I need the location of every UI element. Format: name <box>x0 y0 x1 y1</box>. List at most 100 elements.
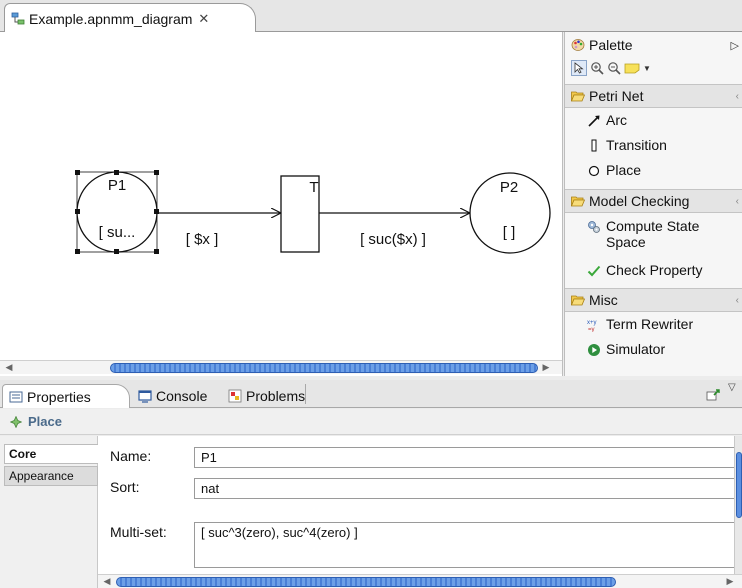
properties-icon <box>9 391 23 402</box>
properties-section-label: Place <box>28 414 62 429</box>
props-scroll-left-icon[interactable]: ◀ <box>101 576 113 587</box>
side-tab-core[interactable]: Core <box>4 444 98 464</box>
petri-net-diagram: P1 [ su... [ $x ] T [ suc($x) ] P2 [ ] <box>75 170 551 254</box>
diagram-canvas[interactable]: P1 [ su... [ $x ] T [ suc($x) ] P2 [ ] ◀… <box>0 32 563 376</box>
tools-dropdown-icon[interactable]: ▼ <box>643 64 651 73</box>
editor-tab[interactable]: Example.apnmm_diagram ✕ <box>4 3 256 33</box>
diagram-file-icon <box>11 12 25 24</box>
sort-label: Sort: <box>110 479 140 495</box>
palette-item-arc-label: Arc <box>606 112 627 128</box>
name-field[interactable]: P1 <box>194 447 740 468</box>
view-menu-icon[interactable]: ▽ <box>728 382 736 393</box>
place-element-icon <box>10 415 22 428</box>
folder-open-icon <box>571 91 585 102</box>
transition-t[interactable]: T <box>280 175 320 253</box>
arc-icon <box>588 115 600 127</box>
palette-item-simulator[interactable]: Simulator <box>565 341 742 358</box>
multiset-field[interactable]: [ suc^3(zero), suc^4(zero) ] <box>194 522 740 568</box>
place-p1[interactable]: P1 [ su... <box>75 170 159 254</box>
zoom-out-icon[interactable] <box>607 61 621 75</box>
side-tab-appearance[interactable]: Appearance <box>4 466 98 486</box>
palette-item-place-label: Place <box>606 162 642 178</box>
tab-divider <box>305 384 306 404</box>
svg-text:=y: =y <box>588 327 595 332</box>
folder-open-icon <box>571 295 585 306</box>
tab-console-label: Console <box>156 388 208 404</box>
sort-field[interactable]: nat <box>194 478 740 499</box>
place-p2-name: P2 <box>500 179 518 196</box>
view-tab-bar: Properties Console Problems ▽ <box>0 380 742 408</box>
arc-t-p2-label: [ suc($x) ] <box>360 231 426 248</box>
pin-view-icon[interactable] <box>706 388 722 402</box>
tab-properties-label: Properties <box>27 388 91 405</box>
palette-item-simulator-label: Simulator <box>606 341 666 357</box>
palette-title: Palette <box>589 37 633 53</box>
rewrite-icon: x+y=y <box>587 320 597 332</box>
palette-icon <box>571 39 585 51</box>
properties-body: Name: P1 Sort: nat Multi-set: [ suc^3(ze… <box>98 436 742 588</box>
tab-properties[interactable]: Properties <box>2 384 130 408</box>
palette-item-place[interactable]: Place <box>565 162 742 179</box>
palette-header: Palette ▷ <box>565 34 742 56</box>
drawer-model-checking-chevron-icon[interactable]: ‹ <box>736 196 739 207</box>
gears-icon <box>588 221 600 233</box>
place-p1-name: P1 <box>108 177 126 194</box>
multiset-label: Multi-set: <box>110 524 167 540</box>
properties-horizontal-scrollbar[interactable]: ◀ ▶ <box>98 574 742 588</box>
play-icon <box>588 344 600 356</box>
palette-item-transition-label: Transition <box>606 137 667 153</box>
drawer-misc[interactable]: Misc ‹ <box>565 288 742 312</box>
palette-item-check-property[interactable]: Check Property <box>565 262 742 279</box>
drawer-model-checking-label: Model Checking <box>589 193 690 209</box>
drawer-model-checking[interactable]: Model Checking ‹ <box>565 189 742 213</box>
transition-icon <box>591 139 597 152</box>
drawer-petri-net[interactable]: Petri Net ‹ <box>565 84 742 108</box>
console-icon <box>138 390 152 403</box>
place-p2-marking: [ ] <box>503 224 516 241</box>
tab-problems[interactable]: Problems <box>222 384 312 408</box>
close-tab-icon[interactable]: ✕ <box>198 11 209 27</box>
name-label: Name: <box>110 448 152 464</box>
place-p2[interactable]: P2 [ ] <box>469 172 551 254</box>
editor-tab-bar: Example.apnmm_diagram ✕ <box>0 0 742 33</box>
folder-open-icon <box>571 196 585 207</box>
transition-t-name: T <box>309 179 318 196</box>
properties-hscroll-thumb[interactable] <box>116 577 616 587</box>
properties-side-tabs: Core Appearance <box>0 436 98 588</box>
place-p1-marking: [ su... <box>99 224 136 241</box>
palette-panel: Palette ▷ ▼ Petri Net ‹ Arc Transition P… <box>564 32 742 376</box>
palette-item-compute-state-space[interactable]: Compute State Space <box>565 218 742 250</box>
scroll-right-icon[interactable]: ▶ <box>540 362 552 373</box>
canvas-scroll-thumb[interactable] <box>110 363 538 373</box>
zoom-in-icon[interactable] <box>590 61 604 75</box>
palette-item-term-rewriter-label: Term Rewriter <box>606 316 694 332</box>
palette-tools-row: ▼ <box>571 58 671 78</box>
problems-icon <box>228 389 242 403</box>
properties-vscroll-thumb[interactable] <box>736 452 742 518</box>
palette-item-compute-state-space-label: Compute State Space <box>606 218 699 250</box>
drawer-misc-chevron-icon[interactable]: ‹ <box>736 295 739 306</box>
svg-text:x+y: x+y <box>587 320 597 326</box>
palette-collapse-icon[interactable]: ▷ <box>731 39 739 52</box>
note-tool-icon[interactable] <box>624 62 640 74</box>
properties-vertical-scrollbar[interactable] <box>734 436 742 574</box>
palette-item-term-rewriter[interactable]: x+y =y Term Rewriter <box>565 316 742 333</box>
palette-item-arc[interactable]: Arc <box>565 112 742 129</box>
palette-item-transition[interactable]: Transition <box>565 137 742 154</box>
scroll-left-icon[interactable]: ◀ <box>3 362 15 373</box>
drawer-petri-net-label: Petri Net <box>589 88 644 104</box>
canvas-horizontal-scrollbar[interactable]: ◀ ▶ <box>0 360 562 374</box>
compute-state-line2: Space <box>606 234 646 250</box>
palette-item-check-property-label: Check Property <box>606 262 703 278</box>
drawer-petri-net-chevron-icon[interactable]: ‹ <box>736 91 739 102</box>
props-scroll-right-icon[interactable]: ▶ <box>724 576 736 587</box>
tab-console[interactable]: Console <box>132 384 222 408</box>
drawer-misc-label: Misc <box>589 292 618 308</box>
arc-p1-t-label: [ $x ] <box>186 231 219 248</box>
compute-state-line1: Compute State <box>606 218 700 234</box>
tab-problems-label: Problems <box>246 388 306 404</box>
editor-tab-label: Example.apnmm_diagram <box>29 10 193 27</box>
properties-section-title: Place <box>0 409 742 435</box>
check-icon <box>587 265 601 277</box>
select-tool-icon[interactable] <box>571 60 587 76</box>
